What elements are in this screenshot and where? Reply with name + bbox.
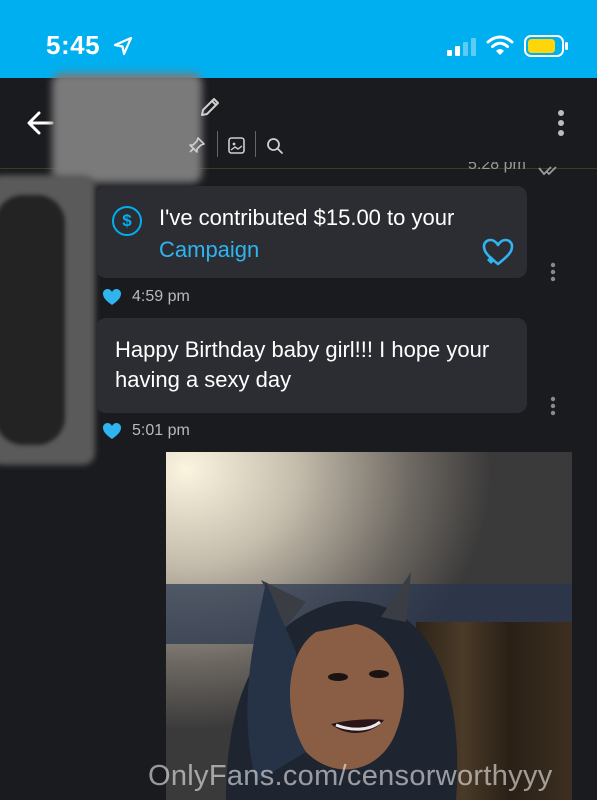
status-bar: 5:45 [0, 0, 597, 78]
text-message-bubble[interactable]: Happy Birthday baby girl!!! I hope your … [96, 318, 527, 413]
message-time: 5:01 pm [132, 422, 190, 440]
pin-icon[interactable] [188, 136, 206, 154]
watermark: OnlyFans.com/censorworthyyy [148, 760, 553, 792]
photo-content [166, 452, 572, 800]
tip-message-bubble[interactable]: $ I've contributed $15.00 to your Campai… [96, 186, 527, 278]
dollar-circle-icon: $ [112, 206, 142, 236]
header-separator [217, 131, 218, 157]
contact-name-redacted [52, 73, 202, 183]
heart-outline-icon[interactable] [482, 238, 514, 266]
tip-message-text: I've contributed $15.00 to your Campaign [159, 202, 499, 266]
battery-icon [524, 35, 568, 57]
message-options-icon[interactable] [549, 396, 557, 418]
message-meta: 4:59 pm [102, 288, 190, 306]
wifi-icon [486, 35, 514, 55]
search-icon[interactable] [266, 137, 284, 155]
heart-filled-icon[interactable] [102, 288, 122, 306]
message-meta: 5:01 pm [102, 422, 190, 440]
campaign-link[interactable]: Campaign [159, 237, 259, 262]
location-arrow-icon [113, 36, 133, 56]
read-check-icon [538, 166, 557, 176]
message-options-icon[interactable] [549, 262, 557, 284]
media-icon[interactable] [228, 137, 245, 154]
cellular-signal-icon [447, 38, 476, 56]
heart-filled-icon[interactable] [102, 422, 122, 440]
photo-message[interactable] [166, 452, 572, 800]
back-arrow-icon[interactable] [26, 110, 54, 136]
more-vertical-icon[interactable] [556, 109, 566, 137]
message-text: Happy Birthday baby girl!!! I hope your … [115, 337, 490, 392]
tip-message-body: I've contributed $15.00 to your [159, 205, 455, 230]
message-time: 4:59 pm [132, 288, 190, 306]
status-time: 5:45 [46, 30, 101, 60]
header-separator [255, 131, 256, 157]
previous-message-time: 5:28 pm [468, 162, 526, 173]
redaction-blur-inner [0, 195, 65, 445]
pencil-icon[interactable] [199, 96, 221, 118]
